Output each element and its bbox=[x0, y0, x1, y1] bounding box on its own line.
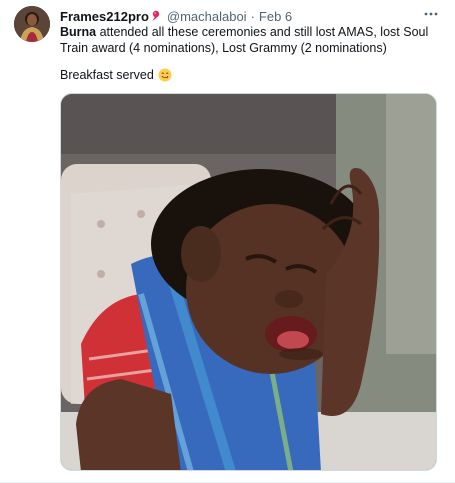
avatar-image bbox=[14, 6, 50, 42]
author-name[interactable]: Frames212pro bbox=[60, 9, 149, 24]
tweet-text-line2: Breakfast served bbox=[60, 67, 441, 83]
tweet-text-line2-label: Breakfast served bbox=[60, 68, 154, 82]
author-handle[interactable]: @machalaboi bbox=[167, 9, 247, 24]
yum-face-emoji bbox=[158, 68, 172, 82]
tweet-text-rest: attended all these ceremonies and still … bbox=[60, 25, 429, 55]
tweet-card[interactable]: Frames212pro @machalaboi · Feb 6 Burna a… bbox=[0, 0, 455, 483]
tweet-header: Frames212pro @machalaboi · Feb 6 bbox=[60, 7, 441, 25]
more-icon[interactable] bbox=[421, 6, 441, 22]
tweet-text-bold[interactable]: Burna bbox=[60, 25, 96, 39]
pin-icon bbox=[151, 10, 163, 22]
tweet-date[interactable]: Feb 6 bbox=[259, 9, 292, 24]
tweet-media-photo[interactable] bbox=[60, 93, 437, 471]
tweet-text: Burna attended all these ceremonies and … bbox=[60, 24, 441, 56]
crying-baby-photo bbox=[61, 94, 436, 470]
separator-dot: · bbox=[250, 8, 255, 24]
author-avatar[interactable] bbox=[14, 6, 50, 42]
